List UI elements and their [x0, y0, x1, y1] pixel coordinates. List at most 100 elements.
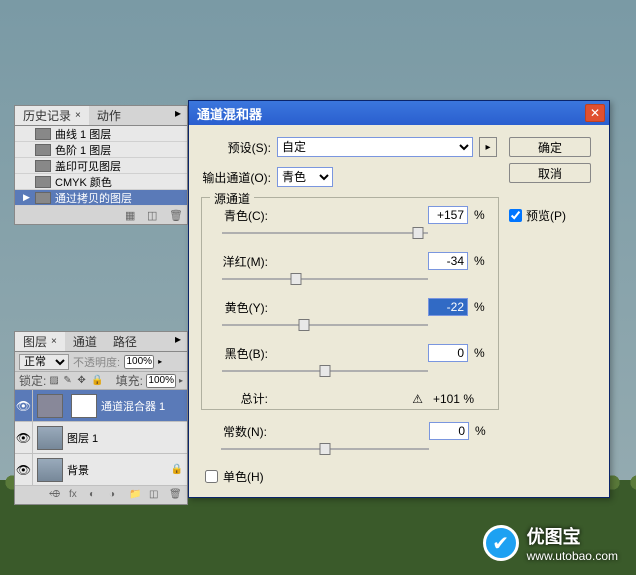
layer-item[interactable]: 👁 图层 1 — [15, 422, 187, 454]
monochrome-label: 单色(H) — [223, 468, 264, 485]
output-channel-select[interactable]: 青色 — [277, 167, 333, 187]
watermark: ✔ 优图宝 www.utobao.com — [483, 523, 618, 563]
magenta-input[interactable] — [428, 252, 468, 270]
tab-label: 动作 — [97, 107, 121, 124]
logo-icon: ✔ — [483, 525, 519, 561]
new-snapshot-icon[interactable]: ▦ — [125, 209, 139, 221]
magenta-slider[interactable] — [222, 272, 428, 288]
opacity-label: 不透明度: — [73, 354, 120, 370]
close-icon[interactable]: × — [51, 336, 57, 347]
adjustment-icon[interactable]: ◑ — [109, 489, 123, 501]
slider-thumb[interactable] — [412, 227, 423, 239]
tab-actions[interactable]: 动作 — [89, 106, 129, 125]
slider-thumb[interactable] — [291, 273, 302, 285]
lock-move-icon[interactable]: ✥ — [77, 375, 89, 387]
lock-brush-icon[interactable]: ✎ — [63, 375, 75, 387]
visibility-icon[interactable]: 👁 — [15, 390, 33, 421]
yellow-label: 黄色(Y): — [212, 299, 268, 316]
percent-label: % — [475, 424, 489, 438]
tab-paths[interactable]: 路径 — [105, 332, 145, 351]
lock-all-icon[interactable]: 🔒 — [91, 375, 103, 387]
tab-label: 历史记录 — [23, 107, 71, 124]
layer-item[interactable]: 👁 背景 🔒 — [15, 454, 187, 486]
layers-lock-row: 锁定: ▨ ✎ ✥ 🔒 填充: ▸ — [15, 372, 187, 390]
history-label: 曲线 1 图层 — [55, 126, 111, 142]
fx-icon[interactable]: fx — [69, 489, 83, 501]
slider-thumb[interactable] — [320, 365, 331, 377]
preview-checkbox[interactable] — [509, 209, 522, 222]
panel-footer: ▦ ◫ 🗑 — [15, 206, 187, 224]
opacity-input[interactable] — [124, 355, 154, 369]
percent-label: % — [474, 254, 488, 268]
dropdown-icon[interactable]: ▸ — [158, 357, 162, 366]
history-item[interactable]: 曲线 1 图层 — [15, 126, 187, 142]
tab-history[interactable]: 历史记录 × — [15, 106, 89, 125]
layer-label: 图层 1 — [67, 430, 187, 446]
panel-menu-icon[interactable]: ▸ — [169, 332, 187, 351]
warning-icon: ⚠ — [412, 392, 423, 406]
delete-icon[interactable]: 🗑 — [169, 489, 183, 501]
layer-thumb[interactable] — [37, 458, 63, 482]
slider-thumb[interactable] — [299, 319, 310, 331]
history-step-icon — [35, 128, 51, 140]
tab-channels[interactable]: 通道 — [65, 332, 105, 351]
yellow-slider[interactable] — [222, 318, 428, 334]
preset-select[interactable]: 自定 — [277, 137, 473, 157]
cyan-slider[interactable] — [222, 226, 428, 242]
fill-input[interactable] — [146, 374, 176, 388]
preset-label: 预设(S): — [201, 139, 271, 156]
dropdown-icon[interactable]: ▸ — [179, 376, 183, 385]
blend-mode-select[interactable]: 正常 — [19, 354, 69, 370]
percent-label: % — [474, 208, 488, 222]
cyan-input[interactable] — [428, 206, 468, 224]
tab-layers[interactable]: 图层× — [15, 332, 65, 351]
adjustment-thumb[interactable] — [37, 394, 63, 418]
layer-label: 通道混合器 1 — [101, 398, 187, 414]
history-item[interactable]: 色阶 1 图层 — [15, 142, 187, 158]
delete-icon[interactable]: 🗑 — [169, 209, 183, 221]
constant-input[interactable] — [429, 422, 469, 440]
black-slider[interactable] — [222, 364, 428, 380]
layer-thumb[interactable] — [37, 426, 63, 450]
yellow-input[interactable] — [428, 298, 468, 316]
slider-thumb[interactable] — [320, 443, 331, 455]
layer-label: 背景 — [67, 462, 171, 478]
dialog-title: 通道混和器 — [197, 104, 585, 123]
black-label: 黑色(B): — [212, 345, 268, 362]
ok-button[interactable]: 确定 — [509, 137, 591, 157]
mask-icon[interactable]: ◐ — [89, 489, 103, 501]
source-channels-fieldset: 源通道 青色(C): % 洋红(M): % 黄色(Y): — [201, 197, 499, 410]
link-icon[interactable]: ⬲ — [49, 489, 63, 501]
lock-pixels-icon[interactable]: ▨ — [49, 375, 61, 387]
history-label: CMYK 颜色 — [55, 174, 112, 190]
layer-item[interactable]: 👁 通道混合器 1 — [15, 390, 187, 422]
fieldset-legend: 源通道 — [210, 190, 254, 207]
constant-slider[interactable] — [221, 442, 429, 458]
history-panel: 历史记录 × 动作 ▸ 曲线 1 图层 色阶 1 图层 盖印可见图层 CMYK 颜… — [14, 105, 188, 225]
layers-footer: ⬲ fx ◐ ◑ 📁 ◫ 🗑 — [15, 486, 187, 504]
history-step-icon — [35, 176, 51, 188]
history-item[interactable]: CMYK 颜色 — [15, 174, 187, 190]
group-icon[interactable]: 📁 — [129, 489, 143, 501]
cancel-button[interactable]: 取消 — [509, 163, 591, 183]
titlebar[interactable]: 通道混和器 ✕ — [189, 101, 609, 125]
output-channel-label: 输出通道(O): — [201, 169, 271, 186]
new-layer-icon[interactable]: ◫ — [149, 489, 163, 501]
tab-label: 路径 — [113, 333, 137, 350]
history-list: 曲线 1 图层 色阶 1 图层 盖印可见图层 CMYK 颜色 ▶通过拷贝的图层 — [15, 126, 187, 206]
watermark-url: www.utobao.com — [527, 549, 618, 563]
history-item[interactable]: ▶通过拷贝的图层 — [15, 190, 187, 206]
history-item[interactable]: 盖印可见图层 — [15, 158, 187, 174]
visibility-icon[interactable]: 👁 — [15, 454, 33, 485]
new-doc-icon[interactable]: ◫ — [147, 209, 161, 221]
close-button[interactable]: ✕ — [585, 104, 605, 122]
visibility-icon[interactable]: 👁 — [15, 422, 33, 453]
lock-icon: 🔒 — [171, 464, 187, 475]
preset-menu-button[interactable]: ▸ — [479, 137, 497, 157]
monochrome-checkbox[interactable] — [205, 470, 218, 483]
close-icon[interactable]: × — [75, 110, 81, 121]
black-input[interactable] — [428, 344, 468, 362]
panel-menu-icon[interactable]: ▸ — [169, 106, 187, 125]
mask-thumb[interactable] — [71, 394, 97, 418]
preview-label: 预览(P) — [526, 207, 566, 224]
